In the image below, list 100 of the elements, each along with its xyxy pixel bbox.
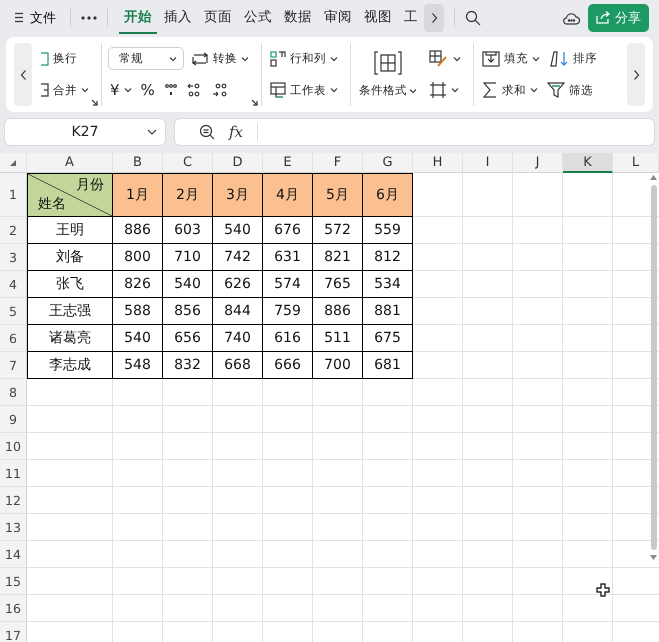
wrap-icon: [40, 52, 49, 66]
dialog-launcher-icon[interactable]: [251, 99, 258, 106]
ribbon-dropdown[interactable]: 求和: [480, 79, 540, 102]
table-cell: 王明: [27, 217, 113, 244]
row-header[interactable]: 10: [0, 433, 27, 460]
scroll-down-icon: [650, 555, 657, 560]
column-title-cell: 4月: [263, 173, 313, 217]
ribbon-tab[interactable]: 页面: [199, 2, 237, 34]
column-header[interactable]: G: [363, 153, 413, 173]
ribbon-dropdown[interactable]: 转换: [189, 48, 251, 69]
table-cell: 张飞: [27, 271, 113, 298]
row-header[interactable]: 5: [0, 298, 27, 325]
row-header[interactable]: 4: [0, 271, 27, 298]
table-cell: 诸葛亮: [27, 325, 113, 352]
row-header[interactable]: 2: [0, 217, 27, 244]
ribbon-tab[interactable]: 视图: [359, 2, 397, 34]
table-cell: 574: [263, 271, 313, 298]
ribbon-dropdown[interactable]: 工作表: [268, 79, 340, 102]
column-header[interactable]: D: [213, 153, 263, 173]
table-cell: 603: [163, 217, 213, 244]
table-cell: 572: [313, 217, 363, 244]
row-header[interactable]: 14: [0, 541, 27, 568]
row-header[interactable]: 13: [0, 514, 27, 541]
select-all-icon[interactable]: [9, 158, 17, 166]
ribbon-button[interactable]: 排序: [547, 48, 599, 70]
table-cell: 540: [163, 271, 213, 298]
scroll-tabs-button[interactable]: [424, 4, 444, 32]
cell-style-icon: [429, 50, 449, 68]
ribbon-tab[interactable]: 工: [399, 2, 423, 34]
rows-columns-icon: [270, 50, 286, 67]
ribbon-dropdown[interactable]: 行和列: [268, 48, 340, 70]
table-cell: 588: [113, 298, 163, 325]
header-label: 姓名: [38, 195, 66, 213]
table-cell: 681: [363, 352, 413, 379]
ribbon-tab[interactable]: 审阅: [319, 2, 357, 34]
dialog-launcher-icon[interactable]: [91, 99, 98, 106]
cloud-icon[interactable]: [562, 10, 580, 24]
percent-button[interactable]: %: [138, 78, 157, 102]
caret-icon: [409, 88, 417, 94]
column-header[interactable]: L: [613, 153, 659, 173]
column-header[interactable]: I: [463, 153, 513, 173]
table-cell: 886: [113, 217, 163, 244]
table-cell: 534: [363, 271, 413, 298]
row-header[interactable]: 1: [0, 173, 27, 217]
menu-icon: [14, 12, 24, 23]
file-menu[interactable]: 文件: [10, 8, 60, 26]
row-header[interactable]: 8: [0, 379, 27, 406]
more-icon[interactable]: [81, 16, 97, 20]
row-header[interactable]: 16: [0, 595, 27, 622]
table-cell: 李志成: [27, 352, 113, 379]
scrollbar[interactable]: [650, 175, 657, 560]
column-header[interactable]: H: [413, 153, 463, 173]
column-header[interactable]: J: [513, 153, 563, 173]
table-cell: 742: [213, 244, 263, 271]
merge-icon: [40, 83, 49, 98]
column-header[interactable]: C: [163, 153, 213, 173]
ribbon-tab[interactable]: 开始: [119, 2, 157, 34]
table-cell: 886: [313, 298, 363, 325]
column-header[interactable]: K: [563, 153, 613, 173]
zoom-out-icon[interactable]: [199, 124, 215, 140]
ribbon-tab[interactable]: 数据: [279, 2, 317, 34]
fill-icon: [482, 50, 500, 67]
column-title-cell: 3月: [213, 173, 263, 217]
row-header[interactable]: 9: [0, 406, 27, 433]
row-header[interactable]: 15: [0, 568, 27, 595]
row-header[interactable]: 6: [0, 325, 27, 352]
column-header[interactable]: B: [113, 153, 163, 173]
row-header[interactable]: 7: [0, 352, 27, 379]
column-header[interactable]: E: [263, 153, 313, 173]
caret-icon: [451, 87, 459, 94]
formula-field[interactable]: fx: [174, 118, 655, 146]
sort-icon: [549, 50, 569, 67]
number-format-dropdown[interactable]: 常规: [108, 47, 184, 70]
row-header[interactable]: 11: [0, 460, 27, 487]
column-header[interactable]: A: [27, 153, 113, 173]
ribbon-dropdown[interactable]: 填充: [480, 48, 542, 70]
row-header[interactable]: 12: [0, 487, 27, 514]
table-cell: 675: [363, 325, 413, 352]
ribbon-tab[interactable]: 公式: [239, 2, 277, 34]
convert-icon: [191, 52, 209, 66]
ribbon-dropdown[interactable]: 合并: [38, 80, 91, 101]
row-header[interactable]: 17: [0, 622, 27, 642]
row-header[interactable]: 3: [0, 244, 27, 271]
caret-icon: [81, 87, 89, 94]
ribbon-button[interactable]: 换行: [38, 48, 79, 70]
function-button[interactable]: fx: [229, 123, 244, 141]
column-header[interactable]: F: [313, 153, 363, 173]
conditional-format-icon: [374, 51, 402, 75]
table-cell: 666: [263, 352, 313, 379]
currency-dropdown[interactable]: ¥: [108, 78, 134, 102]
table-cell: 王志强: [27, 298, 113, 325]
search-icon[interactable]: [465, 10, 481, 26]
name-box[interactable]: K27: [4, 118, 166, 146]
table-cell: 844: [213, 298, 263, 325]
conditional-format-dropdown[interactable]: 条件格式: [357, 43, 419, 106]
share-button[interactable]: 分享: [588, 4, 649, 32]
ribbon-tab[interactable]: 插入: [159, 2, 197, 34]
table-cell: 559: [363, 217, 413, 244]
ribbon-button[interactable]: 筛选: [545, 79, 595, 102]
caret-icon: [124, 87, 132, 93]
